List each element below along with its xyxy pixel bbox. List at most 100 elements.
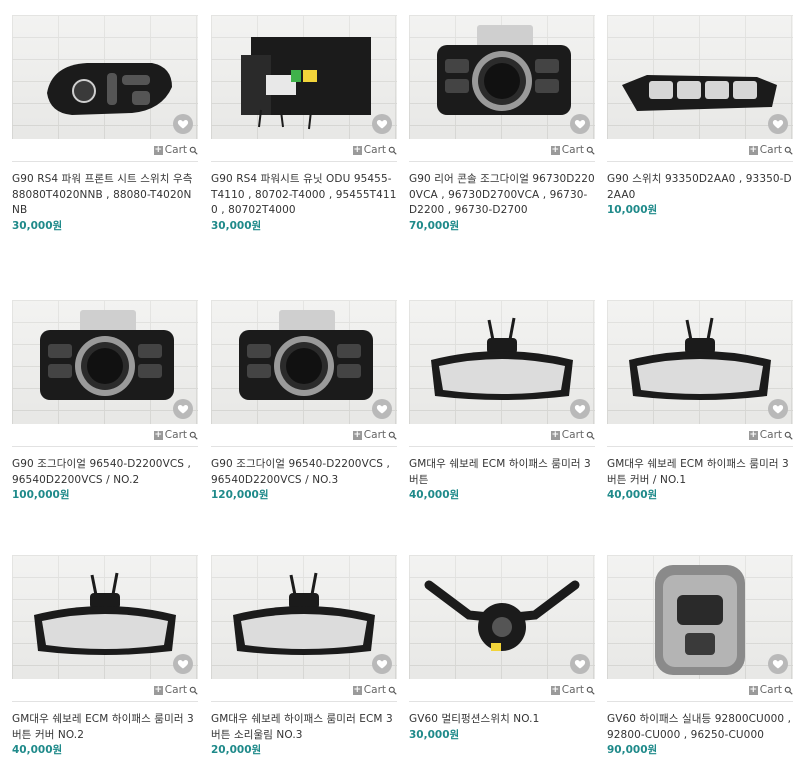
product-title[interactable]: GM대우 쉐보레 ECM 하이패스 룸미러 3버튼 커버 NO.2 <box>12 712 198 743</box>
magnifier-icon[interactable] <box>784 431 793 440</box>
product-image[interactable] <box>211 300 397 424</box>
magnifier-icon[interactable] <box>586 146 595 155</box>
product-image[interactable] <box>607 300 793 424</box>
product-card[interactable]: + Cart G90 RS4 파워시트 유닛 ODU 95455-T4110 ,… <box>211 15 397 234</box>
product-image[interactable] <box>409 300 595 424</box>
product-card[interactable]: + Cart G90 RS4 파워 프론트 시트 스위치 우측 88080T40… <box>12 15 198 234</box>
plus-icon: + <box>748 429 758 440</box>
product-card[interactable]: + Cart GV60 하이패스 실내등 92800CU000 , 92800-… <box>607 555 793 758</box>
plus-icon: + <box>153 429 163 440</box>
wishlist-heart-icon[interactable] <box>570 114 590 134</box>
product-image[interactable] <box>409 555 595 679</box>
product-price: 30,000원 <box>12 219 63 232</box>
product-card[interactable]: + Cart GV60 멀티펑션스위치 NO.1 30,000원 <box>409 555 595 743</box>
magnifier-icon[interactable] <box>189 686 198 695</box>
magnifier-icon[interactable] <box>784 686 793 695</box>
part-photo <box>409 15 595 139</box>
product-price: 40,000원 <box>607 489 658 501</box>
cart-label: Cart <box>759 429 782 441</box>
magnifier-icon[interactable] <box>189 146 198 155</box>
product-card[interactable]: + Cart GM대우 쉐보레 ECM 하이패스 룸미러 3버튼 커버 NO.2… <box>12 555 198 758</box>
cart-label: Cart <box>363 429 386 441</box>
wishlist-heart-icon[interactable] <box>570 654 590 674</box>
product-title[interactable]: G90 RS4 파워 프론트 시트 스위치 우측 88080T4020NNB ,… <box>12 172 198 219</box>
cart-row: + Cart <box>12 679 198 702</box>
add-to-cart-button[interactable]: + Cart <box>748 144 793 156</box>
magnifier-icon[interactable] <box>784 146 793 155</box>
cart-label: Cart <box>561 144 584 156</box>
wishlist-heart-icon[interactable] <box>372 654 392 674</box>
add-to-cart-button[interactable]: + Cart <box>352 429 397 441</box>
magnifier-icon[interactable] <box>189 431 198 440</box>
cart-row: + Cart <box>607 139 793 162</box>
add-to-cart-button[interactable]: + Cart <box>550 684 595 696</box>
wishlist-heart-icon[interactable] <box>372 114 392 134</box>
add-to-cart-button[interactable]: + Cart <box>153 684 198 696</box>
product-card[interactable]: + Cart GM대우 쉐보레 ECM 하이패스 룸미러 3버튼 40,000원 <box>409 300 595 503</box>
wishlist-heart-icon[interactable] <box>173 114 193 134</box>
plus-icon: + <box>748 144 758 155</box>
wishlist-heart-icon[interactable] <box>372 399 392 419</box>
cart-row: + Cart <box>211 424 397 447</box>
product-title[interactable]: G90 RS4 파워시트 유닛 ODU 95455-T4110 , 80702-… <box>211 172 397 219</box>
product-image[interactable] <box>211 15 397 139</box>
product-title[interactable]: G90 리어 콘솔 조그다이얼 96730D2200VCA , 96730D27… <box>409 172 595 219</box>
product-title[interactable]: G90 스위치 93350D2AA0 , 93350-D2AA0 <box>607 172 793 203</box>
product-card[interactable]: + Cart GM대우 쉐보레 ECM 하이패스 룸미러 3버튼 커버 / NO… <box>607 300 793 503</box>
cart-row: + Cart <box>211 679 397 702</box>
product-image[interactable] <box>607 555 793 679</box>
wishlist-heart-icon[interactable] <box>768 654 788 674</box>
cart-row: + Cart <box>607 679 793 702</box>
product-title[interactable]: GM대우 쉐보레 ECM 하이패스 룸미러 3버튼 커버 / NO.1 <box>607 457 793 488</box>
magnifier-icon[interactable] <box>388 146 397 155</box>
wishlist-heart-icon[interactable] <box>768 114 788 134</box>
product-title[interactable]: GM대우 쉐보레 ECM 하이패스 룸미러 3버튼 <box>409 457 595 488</box>
plus-icon: + <box>748 684 758 695</box>
product-title[interactable]: GM대우 쉐보레 하이패스 룸미러 ECM 3버튼 소리울림 NO.3 <box>211 712 397 743</box>
add-to-cart-button[interactable]: + Cart <box>352 144 397 156</box>
part-photo <box>12 555 198 679</box>
product-price: 120,000원 <box>211 489 269 501</box>
wishlist-heart-icon[interactable] <box>173 399 193 419</box>
part-photo <box>409 300 595 424</box>
product-card[interactable]: + Cart G90 조그다이얼 96540-D2200VCS , 96540D… <box>12 300 198 503</box>
product-grid: + Cart G90 RS4 파워 프론트 시트 스위치 우측 88080T40… <box>0 0 800 777</box>
product-title[interactable]: GV60 멀티펑션스위치 NO.1 <box>409 712 595 728</box>
product-image[interactable] <box>607 15 793 139</box>
add-to-cart-button[interactable]: + Cart <box>748 684 793 696</box>
wishlist-heart-icon[interactable] <box>173 654 193 674</box>
product-price: 30,000원 <box>409 728 460 741</box>
plus-icon: + <box>550 429 560 440</box>
product-title[interactable]: GV60 하이패스 실내등 92800CU000 , 92800-CU000 ,… <box>607 712 793 743</box>
add-to-cart-button[interactable]: + Cart <box>352 684 397 696</box>
product-image[interactable] <box>12 555 198 679</box>
wishlist-heart-icon[interactable] <box>768 399 788 419</box>
product-title[interactable]: G90 조그다이얼 96540-D2200VCS , 96540D2200VCS… <box>12 457 198 488</box>
add-to-cart-button[interactable]: + Cart <box>748 429 793 441</box>
product-card[interactable]: + Cart GM대우 쉐보레 하이패스 룸미러 ECM 3버튼 소리울림 NO… <box>211 555 397 758</box>
product-card[interactable]: + Cart G90 스위치 93350D2AA0 , 93350-D2AA0 … <box>607 15 793 218</box>
part-photo <box>211 15 397 139</box>
product-image[interactable] <box>12 15 198 139</box>
magnifier-icon[interactable] <box>586 431 595 440</box>
cart-row: + Cart <box>12 424 198 447</box>
wishlist-heart-icon[interactable] <box>570 399 590 419</box>
add-to-cart-button[interactable]: + Cart <box>550 144 595 156</box>
product-card[interactable]: + Cart G90 리어 콘솔 조그다이얼 96730D2200VCA , 9… <box>409 15 595 234</box>
part-photo <box>607 300 793 424</box>
magnifier-icon[interactable] <box>388 686 397 695</box>
product-title[interactable]: G90 조그다이얼 96540-D2200VCS , 96540D2200VCS… <box>211 457 397 488</box>
product-image[interactable] <box>12 300 198 424</box>
magnifier-icon[interactable] <box>388 431 397 440</box>
add-to-cart-button[interactable]: + Cart <box>550 429 595 441</box>
product-image[interactable] <box>409 15 595 139</box>
add-to-cart-button[interactable]: + Cart <box>153 144 198 156</box>
add-to-cart-button[interactable]: + Cart <box>153 429 198 441</box>
cart-row: + Cart <box>409 139 595 162</box>
plus-icon: + <box>352 144 362 155</box>
product-price: 20,000원 <box>211 744 262 756</box>
product-card[interactable]: + Cart G90 조그다이얼 96540-D2200VCS , 96540D… <box>211 300 397 503</box>
magnifier-icon[interactable] <box>586 686 595 695</box>
product-image[interactable] <box>211 555 397 679</box>
cart-label: Cart <box>561 684 584 696</box>
